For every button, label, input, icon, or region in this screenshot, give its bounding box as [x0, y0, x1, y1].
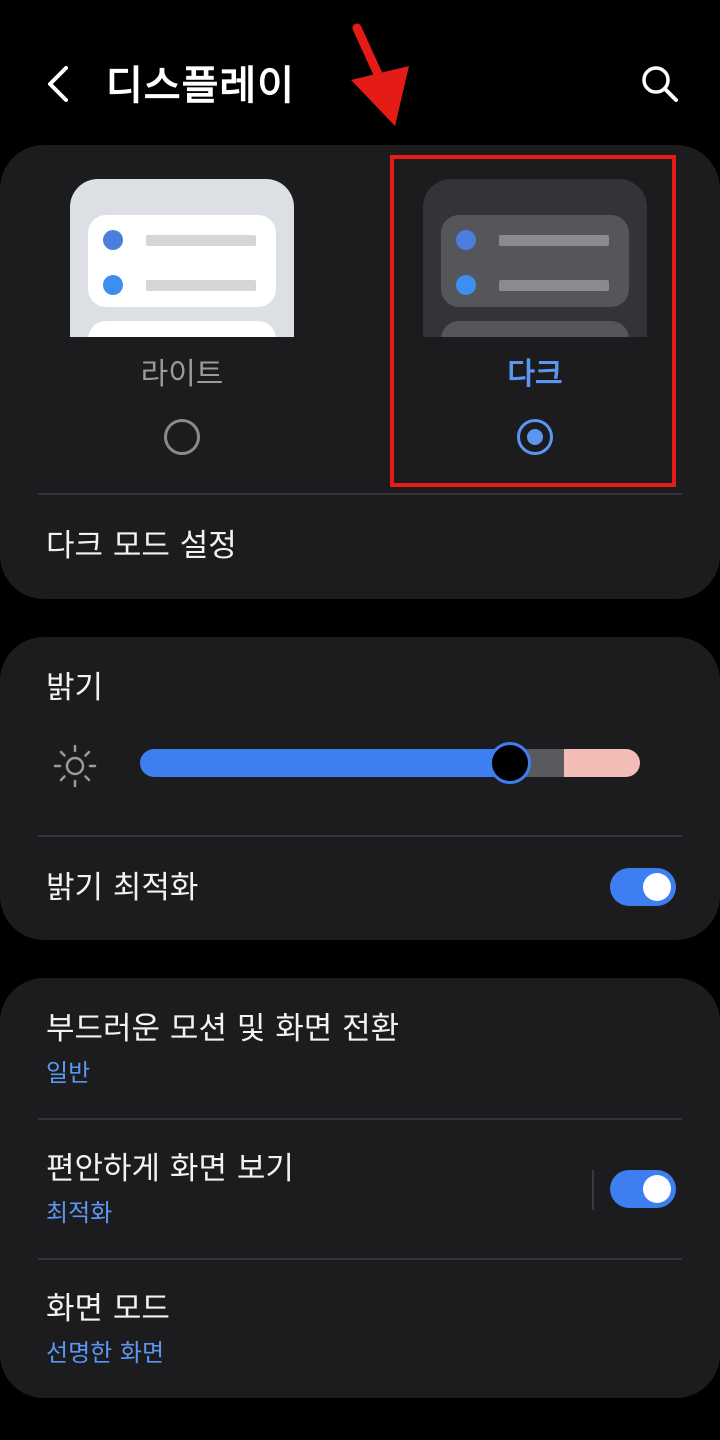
slider-fill	[140, 749, 510, 777]
adaptive-brightness-toggle[interactable]	[610, 868, 676, 906]
eye-comfort-item[interactable]: 편안하게 화면 보기 최적화	[0, 1120, 580, 1258]
back-button[interactable]	[40, 60, 80, 108]
eye-comfort-title: 편안하게 화면 보기	[46, 1151, 294, 1187]
adaptive-brightness-label: 밝기 최적화	[46, 870, 199, 906]
annotation-arrow-icon	[351, 23, 409, 126]
brightness-title: 밝기	[46, 670, 104, 706]
annotation-highlight-box	[390, 155, 676, 487]
toggle-knob	[643, 1175, 671, 1203]
page-title: 디스플레이	[106, 63, 295, 109]
brightness-slider[interactable]	[140, 742, 640, 784]
light-theme-preview	[70, 179, 294, 337]
motion-setting-item[interactable]: 부드러운 모션 및 화면 전환 일반	[0, 978, 720, 1116]
toggle-knob	[643, 873, 671, 901]
slider-thumb[interactable]	[489, 742, 531, 784]
divider	[38, 493, 682, 495]
eye-comfort-value: 최적화	[46, 1199, 113, 1227]
radio-light[interactable]	[164, 419, 200, 455]
vertical-separator	[592, 1170, 594, 1210]
divider	[38, 835, 682, 837]
sun-icon	[53, 744, 97, 788]
eye-comfort-toggle[interactable]	[610, 1170, 676, 1208]
chevron-left-icon	[48, 66, 68, 102]
theme-option-light[interactable]: 라이트	[52, 145, 312, 465]
theme-light-label: 라이트	[140, 357, 224, 392]
screen-mode-title: 화면 모드	[46, 1291, 170, 1327]
search-icon	[642, 66, 678, 102]
display-settings-card: 부드러운 모션 및 화면 전환 일반 편안하게 화면 보기 최적화 화면 모드 …	[0, 978, 720, 1398]
dark-mode-settings-item[interactable]: 다크 모드 설정	[46, 525, 237, 567]
screen-mode-item[interactable]: 화면 모드 선명한 화면	[0, 1260, 720, 1398]
motion-title: 부드러운 모션 및 화면 전환	[46, 1011, 400, 1047]
motion-value: 일반	[46, 1059, 91, 1087]
screen-mode-value: 선명한 화면	[46, 1339, 165, 1367]
theme-card: 라이트 다크 다크 모드 설정	[0, 145, 720, 599]
brightness-card: 밝기 밝기 최적화	[0, 637, 720, 940]
search-button[interactable]	[638, 62, 682, 106]
